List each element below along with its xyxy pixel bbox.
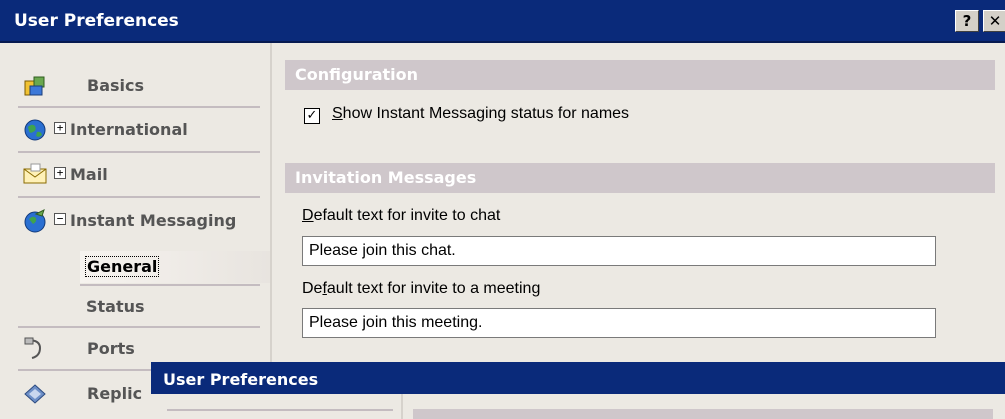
expand-toggle-icon[interactable]: + xyxy=(54,122,66,134)
sidebar-item-label: Basics xyxy=(87,76,145,95)
close-button[interactable]: ✕ xyxy=(983,10,1005,32)
invite-chat-label: Default text for invite to chat xyxy=(302,207,501,224)
invitation-messages-header: Invitation Messages xyxy=(285,163,995,193)
window-title: User Preferences xyxy=(14,11,179,31)
sidebar-subitem-label: General xyxy=(84,256,160,277)
replication-icon xyxy=(22,381,48,407)
sidebar-item-international[interactable]: + International xyxy=(0,108,268,152)
checkbox-label-accelerator: S xyxy=(332,105,343,122)
divider xyxy=(401,394,403,419)
ports-icon xyxy=(22,336,48,362)
sidebar-subitem-label: Status xyxy=(86,297,145,316)
configuration-header: Configuration xyxy=(285,60,995,90)
invite-meeting-label: Default text for invite to a meeting xyxy=(302,280,541,297)
second-window-title: User Preferences xyxy=(163,370,319,389)
title-bar[interactable]: User Preferences ? ✕ xyxy=(0,0,1005,43)
globe-icon xyxy=(22,117,48,143)
sidebar-item-label: International xyxy=(70,120,188,139)
show-im-status-label[interactable]: Show Instant Messaging status for names xyxy=(332,105,629,123)
help-button[interactable]: ? xyxy=(955,10,979,32)
show-im-status-checkbox[interactable]: ✓ xyxy=(304,108,320,124)
section-header xyxy=(413,409,993,419)
second-user-preferences-dialog[interactable]: User Preferences xyxy=(151,362,1005,419)
sidebar-item-label: Replic xyxy=(87,384,143,403)
basics-icon xyxy=(22,73,48,99)
sidebar-subitem-general[interactable]: General xyxy=(80,251,270,283)
checkbox-label-text: how Instant Messaging status for names xyxy=(342,105,630,122)
second-title-bar[interactable]: User Preferences xyxy=(151,362,1005,394)
invite-chat-input[interactable]: Please join this chat. xyxy=(302,236,936,266)
sidebar-item-label: Mail xyxy=(70,165,108,184)
divider xyxy=(18,196,260,198)
collapse-toggle-icon[interactable]: − xyxy=(54,213,66,225)
invite-meeting-input[interactable]: Please join this meeting. xyxy=(302,308,936,338)
sidebar-item-mail[interactable]: + Mail xyxy=(0,153,268,197)
sidebar-item-basics[interactable]: Basics xyxy=(0,64,268,108)
sidebar-item-label: Instant Messaging xyxy=(70,211,237,230)
expand-toggle-icon[interactable]: + xyxy=(54,167,66,179)
sidebar-item-instant-messaging[interactable]: − Instant Messaging xyxy=(0,199,268,243)
sidebar-item-label: Ports xyxy=(87,339,135,358)
mail-icon xyxy=(22,162,48,188)
divider xyxy=(80,284,260,286)
instant-messaging-icon xyxy=(22,208,48,234)
user-preferences-window: User Preferences ? ✕ Basics + Internatio… xyxy=(0,0,1005,419)
divider xyxy=(167,409,393,411)
